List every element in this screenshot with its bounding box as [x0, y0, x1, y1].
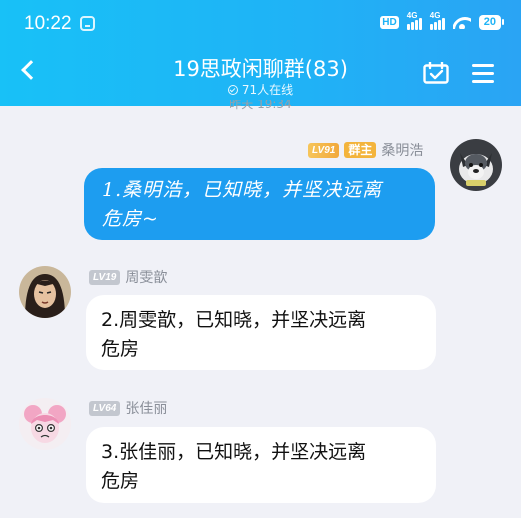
message-bubble-1[interactable]: 1.桑明浩，已知晓，并坚决远离 危房~: [84, 168, 435, 240]
message-text-line: 1.桑明浩，已知晓，并坚决远离: [102, 179, 383, 201]
status-indicators: HD 4G 4G 20: [380, 11, 505, 30]
battery-icon: 20: [478, 14, 505, 30]
chat-header: 10:22 HD 4G 4G 20 19思政闲聊群(83) 71人在线: [0, 0, 521, 106]
calendar-check-icon[interactable]: [423, 62, 449, 84]
status-time: 10:22: [24, 13, 72, 34]
message-text-line: 2.周雯歆，已知晓，并坚决远离: [101, 309, 367, 331]
avatar-sangminghao[interactable]: [450, 139, 502, 191]
sender-line-2: LV19 周雯歆: [89, 267, 167, 287]
menu-icon[interactable]: [472, 64, 494, 84]
sender-name[interactable]: 周雯歆: [125, 267, 167, 287]
level-badge: LV91: [308, 142, 340, 158]
app-notification-icon: [80, 16, 95, 31]
level-badge: LV19: [89, 269, 121, 285]
message-text-line: 危房: [101, 470, 140, 492]
message-text-line: 危房~: [102, 208, 159, 230]
sender-name[interactable]: 桑明浩: [381, 140, 423, 160]
owner-badge: 群主: [344, 142, 377, 158]
hd-voice-icon: HD: [380, 15, 399, 29]
signal-icon-2: 4G: [429, 11, 445, 30]
wifi-icon: [453, 15, 471, 29]
avatar-zhangjiali[interactable]: [19, 398, 71, 450]
online-check-icon: [227, 85, 238, 95]
message-bubble-2[interactable]: 2.周雯歆，已知晓，并坚决远离 危房: [86, 295, 436, 370]
level-badge: LV64: [89, 400, 121, 416]
message-text-line: 危房: [101, 338, 140, 360]
sender-line-3: LV64 张佳丽: [89, 398, 167, 418]
signal-icon: 4G: [406, 11, 422, 30]
message-bubble-3[interactable]: 3.张佳丽，已知晓，并坚决远离 危房: [86, 427, 436, 503]
sender-name[interactable]: 张佳丽: [125, 398, 167, 418]
avatar-zhouwenxin[interactable]: [19, 266, 71, 318]
message-text-line: 3.张佳丽，已知晓，并坚决远离: [101, 441, 367, 463]
sender-line-1: LV91 群主 桑明浩: [308, 140, 423, 160]
